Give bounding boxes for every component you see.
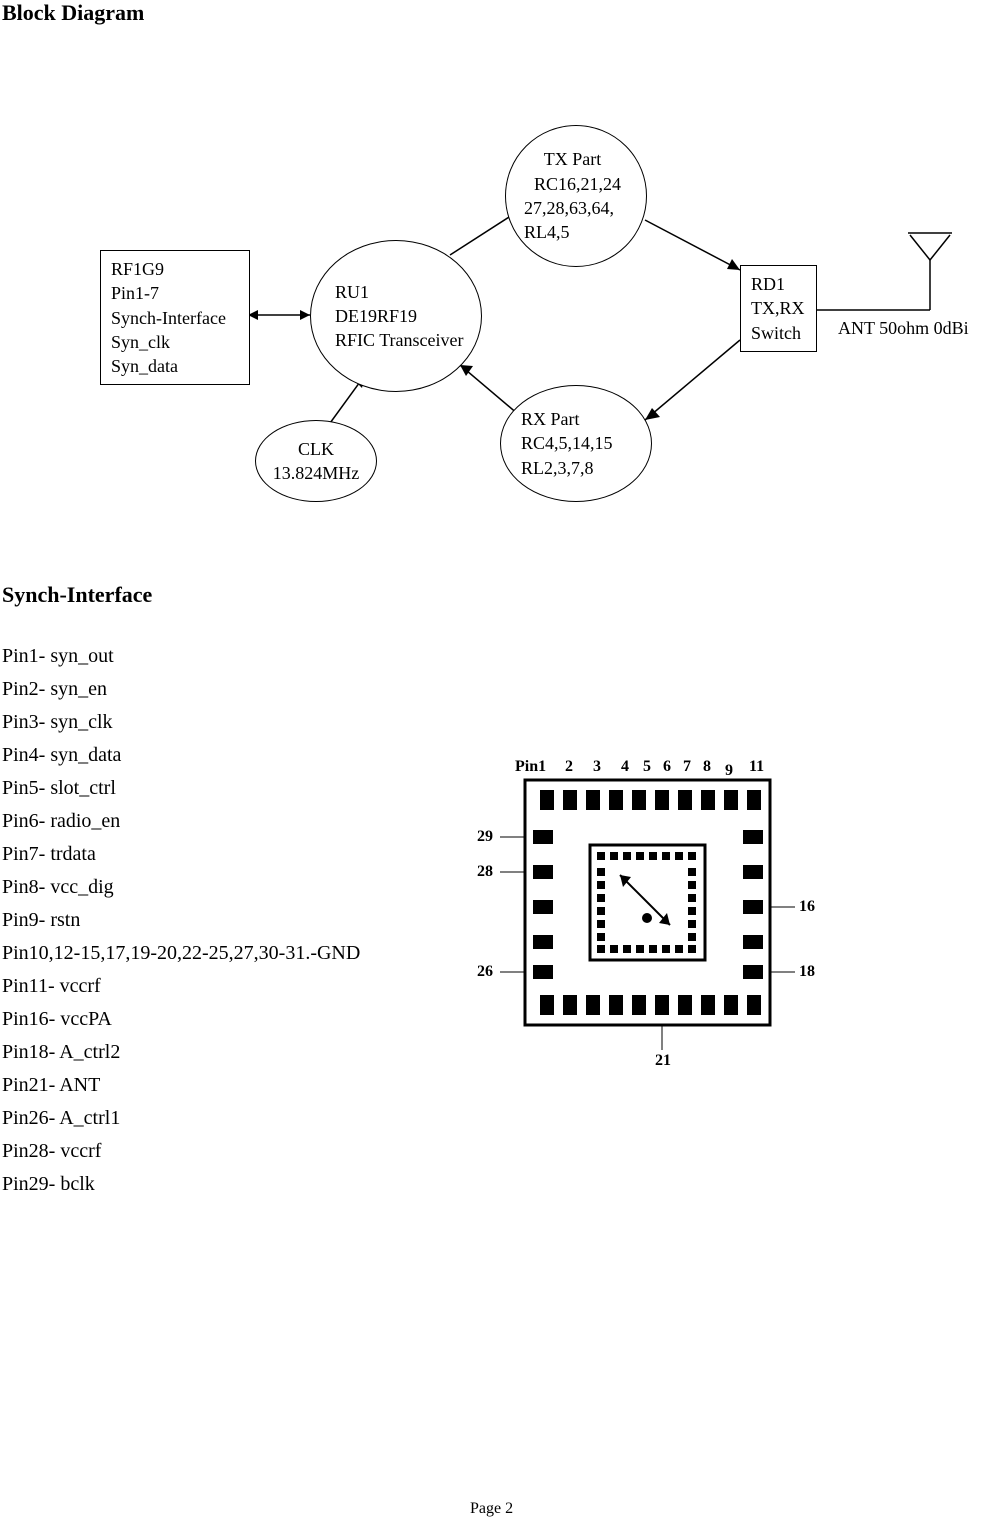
block-diagram: RF1G9 Pin1-7 Synch-Interface Syn_clk Syn… bbox=[100, 140, 990, 530]
text: RL2,3,7,8 bbox=[521, 456, 613, 480]
text: CLK bbox=[298, 437, 334, 461]
node-switch: RD1 TX,RX Switch bbox=[740, 265, 817, 352]
pin-label: 8 bbox=[703, 758, 711, 776]
text: TX Part bbox=[524, 147, 621, 171]
text: 27,28,63,64, bbox=[524, 196, 621, 220]
text: RF1G9 bbox=[111, 257, 239, 281]
pin-label: 21 bbox=[655, 1052, 671, 1070]
heading-block-diagram: Block Diagram bbox=[2, 0, 144, 26]
pin-label: 5 bbox=[643, 758, 651, 776]
node-tx: TX Part RC16,21,24 27,28,63,64, RL4,5 bbox=[505, 125, 647, 267]
pin-item: Pin6- radio_en bbox=[2, 805, 360, 838]
pin-label: 6 bbox=[663, 758, 671, 776]
text: DE19RF19 bbox=[335, 304, 464, 328]
pin-item: Pin7- trdata bbox=[2, 838, 360, 871]
node-clk: CLK 13.824MHz bbox=[255, 420, 377, 502]
pin-label: 3 bbox=[593, 758, 601, 776]
pin-item: Pin18- A_ctrl2 bbox=[2, 1036, 360, 1069]
text: 13.824MHz bbox=[273, 461, 360, 485]
text: Synch-Interface bbox=[111, 306, 239, 330]
heading-synch-interface: Synch-Interface bbox=[2, 582, 152, 608]
pin-label: 18 bbox=[799, 963, 815, 981]
pin-label: 4 bbox=[621, 758, 629, 776]
pin-item: Pin3- syn_clk bbox=[2, 706, 360, 739]
pin-label: 11 bbox=[749, 758, 764, 776]
text: RU1 bbox=[335, 280, 464, 304]
pin-label: 7 bbox=[683, 758, 691, 776]
pin-item: Pin2- syn_en bbox=[2, 673, 360, 706]
pin-label: 9 bbox=[725, 762, 733, 780]
text: Syn_clk bbox=[111, 330, 239, 354]
pin-item: Pin1- syn_out bbox=[2, 640, 360, 673]
text: RL4,5 bbox=[524, 220, 621, 244]
node-rfic: RU1 DE19RF19 RFIC Transceiver bbox=[310, 240, 482, 392]
antenna-label: ANT 50ohm 0dBi bbox=[838, 318, 969, 339]
pin-item: Pin10,12-15,17,19-20,22-25,27,30-31.-GND bbox=[2, 937, 360, 970]
text: Pin1-7 bbox=[111, 281, 239, 305]
node-rx: RX Part RC4,5,14,15 RL2,3,7,8 bbox=[500, 385, 652, 502]
pin-label: Pin1 bbox=[515, 758, 546, 776]
pin-item: Pin26- A_ctrl1 bbox=[2, 1102, 360, 1135]
pin-label: 28 bbox=[477, 863, 493, 881]
pin-list: Pin1- syn_out Pin2- syn_en Pin3- syn_clk… bbox=[2, 640, 360, 1201]
node-rf1g9: RF1G9 Pin1-7 Synch-Interface Syn_clk Syn… bbox=[100, 250, 250, 385]
pin-item: Pin21- ANT bbox=[2, 1069, 360, 1102]
pin-item: Pin5- slot_ctrl bbox=[2, 772, 360, 805]
pin-item: Pin11- vccrf bbox=[2, 970, 360, 1003]
pin-label: 29 bbox=[477, 828, 493, 846]
pin-item: Pin29- bclk bbox=[2, 1168, 360, 1201]
pin-label: 2 bbox=[565, 758, 573, 776]
pin-item: Pin8- vcc_dig bbox=[2, 871, 360, 904]
text: RFIC Transceiver bbox=[335, 328, 464, 352]
text: Switch bbox=[751, 321, 806, 345]
text: RC4,5,14,15 bbox=[521, 431, 613, 455]
text: RC16,21,24 bbox=[524, 172, 621, 196]
text: RX Part bbox=[521, 407, 613, 431]
pin-label: 26 bbox=[477, 963, 493, 981]
text: Syn_data bbox=[111, 354, 239, 378]
pin-item: Pin16- vccPA bbox=[2, 1003, 360, 1036]
page-footer: Page 2 bbox=[470, 1500, 513, 1518]
pin-label: 16 bbox=[799, 898, 815, 916]
text: TX,RX bbox=[751, 296, 806, 320]
chip-diagram: Pin1 2 3 4 5 6 7 8 9 11 29 28 26 16 18 2… bbox=[465, 740, 825, 1100]
pin-item: Pin4- syn_data bbox=[2, 739, 360, 772]
text: RD1 bbox=[751, 272, 806, 296]
pin-item: Pin28- vccrf bbox=[2, 1135, 360, 1168]
pin-item: Pin9- rstn bbox=[2, 904, 360, 937]
